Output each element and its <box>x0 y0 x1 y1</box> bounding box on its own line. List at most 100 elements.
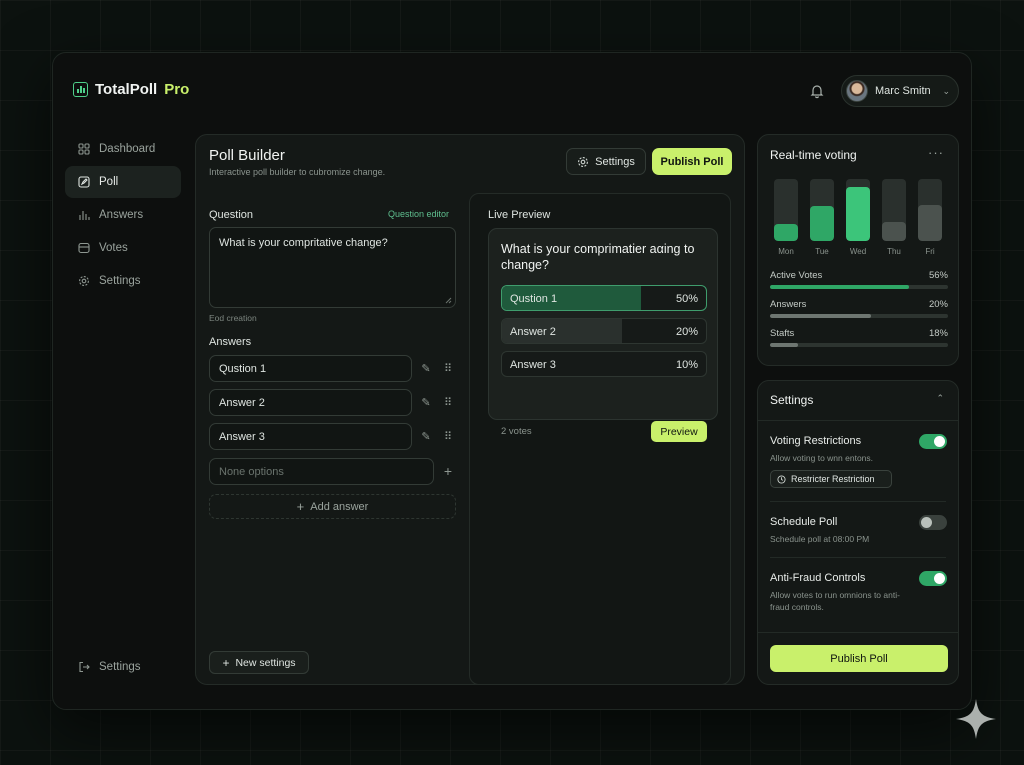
bar-wed <box>846 179 870 241</box>
divider <box>770 557 946 558</box>
edit-icon[interactable]: ✎ <box>420 363 432 375</box>
sidebar-item-dashboard[interactable]: Dashboard <box>65 133 181 165</box>
restriction-chip[interactable]: Restricter Restriction <box>770 470 892 488</box>
publish-poll-button[interactable]: Publish Poll <box>652 148 732 175</box>
anti-fraud-toggle[interactable] <box>919 571 947 586</box>
inbox-icon <box>78 242 90 254</box>
edit-icon <box>78 176 90 188</box>
sidebar-item-answers[interactable]: Answers <box>65 199 181 231</box>
bar-fill <box>882 222 906 241</box>
metric-value: 56% <box>928 270 948 281</box>
metric-track <box>770 343 948 347</box>
bell-icon[interactable] <box>809 83 825 99</box>
metric-fill <box>770 285 909 289</box>
question-hint: Eod creation <box>209 313 257 323</box>
sidebar-nav: Dashboard Poll Answers Votes Settings <box>65 133 181 298</box>
drag-handle-icon[interactable]: ⠿ <box>442 397 454 409</box>
plus-icon: + <box>222 655 230 670</box>
more-options-icon[interactable]: ··· <box>928 145 944 160</box>
answer-input-1[interactable]: Qustion 1 <box>209 355 412 382</box>
bar-label: Mon <box>778 247 794 256</box>
question-editor-link[interactable]: Question editor <box>388 209 449 219</box>
preview-option-3[interactable]: Answer 3 10% <box>501 351 707 377</box>
chevron-up-icon[interactable]: ⌃ <box>936 393 944 404</box>
new-settings-button[interactable]: + New settings <box>209 651 309 674</box>
question-value: What is your compritative change? <box>219 237 388 249</box>
metric-answers: Answers 20% <box>770 299 948 310</box>
bar-mon <box>774 179 798 241</box>
question-textarea[interactable]: What is your compritative change? <box>209 227 456 308</box>
bar-thu <box>882 179 906 241</box>
divider <box>758 420 958 421</box>
app-window: TotalPoll Pro Marc Smitn ⌄ Dashboard Pol… <box>52 52 972 710</box>
gear-icon <box>578 156 589 167</box>
metric-track <box>770 285 948 289</box>
settings-title: Settings <box>770 393 814 407</box>
preview-option-2[interactable]: Answer 2 20% <box>501 318 707 344</box>
answer-input-3[interactable]: Answer 3 <box>209 423 412 450</box>
new-option-placeholder: None options <box>219 465 284 478</box>
answer-value: Answer 2 <box>219 396 265 409</box>
realtime-title: Real-time voting <box>770 148 857 162</box>
brand-logo[interactable]: TotalPoll Pro <box>73 81 189 98</box>
settings-panel: Settings ⌃ Voting Restrictions Allow vot… <box>757 380 959 685</box>
metric-value: 18% <box>928 328 948 339</box>
metric-label: Answers <box>770 299 807 310</box>
bar-fri <box>918 179 942 241</box>
sidebar-item-settings[interactable]: Settings <box>65 265 181 297</box>
realtime-voting-panel: Real-time voting ··· Mon Tue Wed Thu Fri Act… <box>757 134 959 366</box>
option-label: Answer 2 <box>510 326 556 338</box>
voting-restrictions-toggle[interactable] <box>919 434 947 449</box>
brand-name: TotalPoll <box>95 81 158 98</box>
settings-button-label: Settings <box>595 155 635 168</box>
settings-button[interactable]: Settings <box>566 148 646 175</box>
metric-stafts: Stafts 18% <box>770 328 948 339</box>
user-name: Marc Smitn <box>875 85 931 97</box>
sparkle-icon <box>956 699 996 739</box>
live-preview-panel: Live Preview What is your comprimatier a… <box>469 193 731 685</box>
toggle-knob <box>934 436 945 447</box>
sidebar-item-label: Answers <box>99 209 144 221</box>
bar-fill <box>774 224 798 241</box>
setting-title: Voting Restrictions <box>770 435 862 447</box>
resize-handle-icon[interactable] <box>445 297 452 304</box>
edit-icon[interactable]: ✎ <box>420 397 432 409</box>
sidebar-item-bottom-settings[interactable]: Settings <box>65 651 181 683</box>
live-preview-title: Live Preview <box>488 209 551 221</box>
bar-label: Thu <box>887 247 901 256</box>
bar-tue <box>810 179 834 241</box>
edit-icon[interactable]: ✎ <box>420 431 432 443</box>
setting-desc: Allow voting to wnn entons. <box>770 453 874 463</box>
user-menu[interactable]: Marc Smitn ⌄ <box>841 75 959 107</box>
preview-button[interactable]: Preview <box>651 421 707 442</box>
option-label: Qustion 1 <box>510 293 558 305</box>
new-option-input[interactable]: None options <box>209 458 434 485</box>
avatar <box>846 80 868 102</box>
option-percent: 50% <box>675 293 698 305</box>
clock-icon <box>777 474 786 484</box>
drag-handle-icon[interactable]: ⠿ <box>442 363 454 375</box>
schedule-poll-toggle[interactable] <box>919 515 947 530</box>
bar-fill <box>846 187 870 241</box>
divider <box>758 632 958 633</box>
preview-option-1[interactable]: Qustion 1 50% <box>501 285 707 311</box>
sidebar-item-label: Votes <box>99 242 128 254</box>
page-title: Poll Builder <box>209 147 285 164</box>
publish-poll-button-secondary[interactable]: Publish Poll <box>770 645 948 672</box>
sidebar-item-votes[interactable]: Votes <box>65 232 181 264</box>
add-answer-button[interactable]: + Add answer <box>209 494 456 519</box>
preview-card: What is your comprimatier aαing to chang… <box>488 228 718 442</box>
metric-track <box>770 314 948 318</box>
chip-label: Restricter Restriction <box>791 474 875 484</box>
toggle-knob <box>921 517 932 528</box>
answers-label: Answers <box>209 336 252 348</box>
sidebar-item-poll[interactable]: Poll <box>65 166 181 198</box>
plus-icon[interactable]: + <box>442 464 454 478</box>
grid-icon <box>78 143 90 155</box>
sidebar-item-label: Settings <box>99 275 141 287</box>
answer-input-2[interactable]: Answer 2 <box>209 389 412 416</box>
drag-handle-icon[interactable]: ⠿ <box>442 431 454 443</box>
bar-chart-icon <box>79 211 90 220</box>
plus-icon: + <box>296 499 305 514</box>
answer-value: Qustion 1 <box>219 362 267 375</box>
